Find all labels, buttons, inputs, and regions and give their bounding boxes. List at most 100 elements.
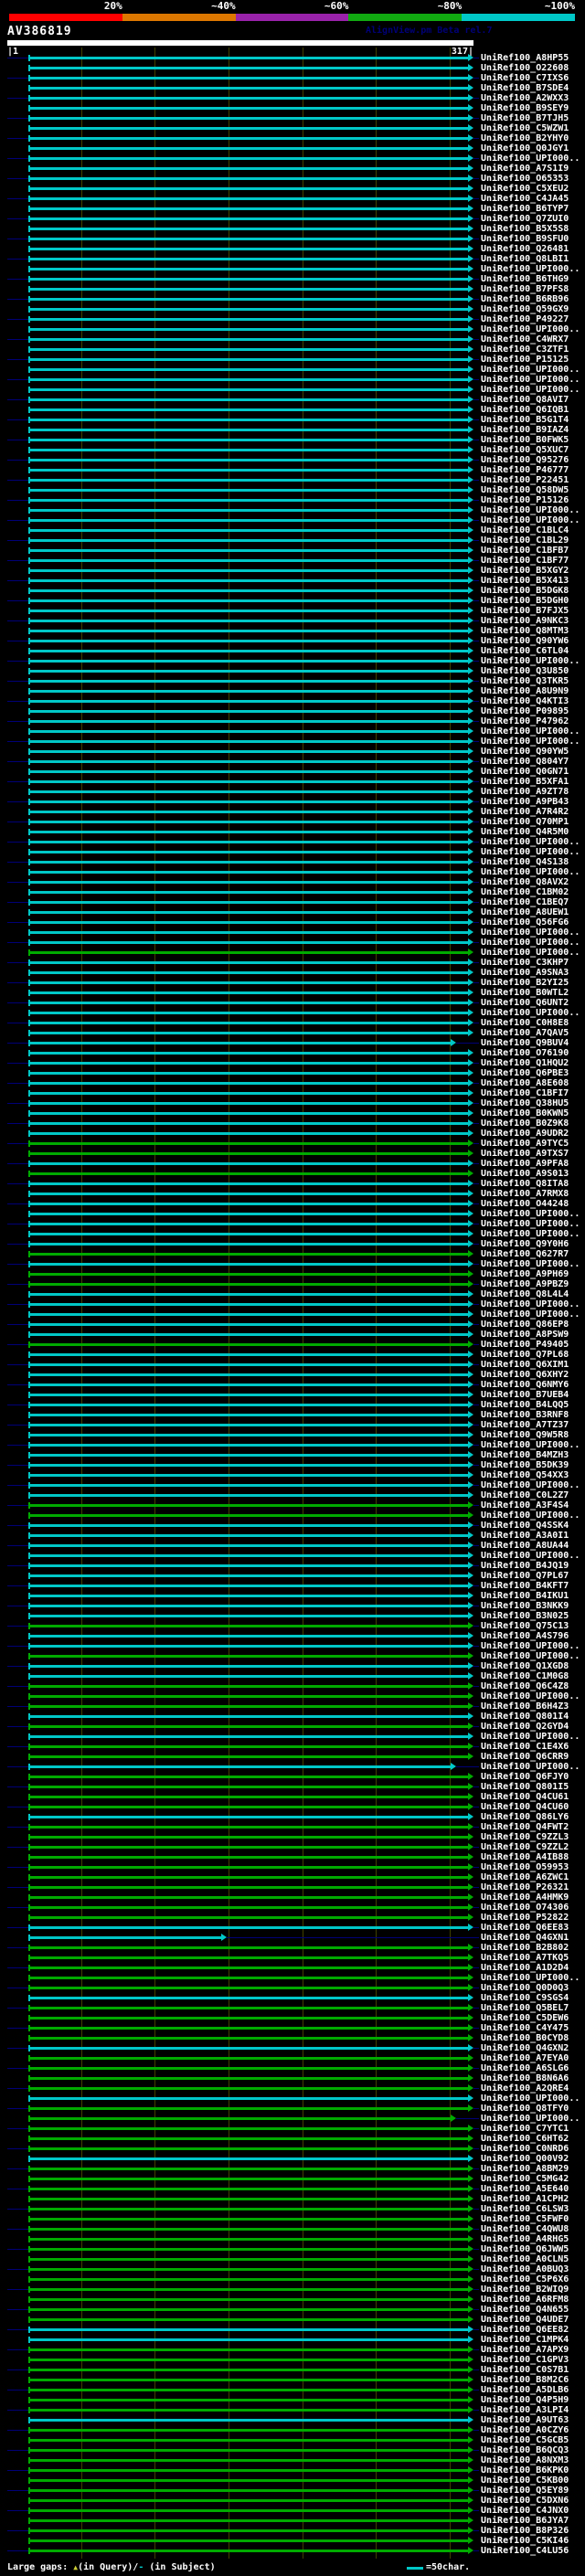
- hit-label[interactable]: UniRef100_Q56FG6: [481, 917, 569, 928]
- hit-label[interactable]: UniRef100_P47962: [481, 716, 569, 726]
- hit-bar[interactable]: [29, 338, 469, 341]
- hit-label[interactable]: UniRef100_C5GCB5: [481, 2435, 569, 2445]
- hit-bar[interactable]: [29, 1162, 469, 1165]
- hit-bar[interactable]: [29, 1745, 469, 1748]
- hit-bar[interactable]: [29, 1414, 469, 1416]
- hit-label[interactable]: UniRef100_B9IAZ4: [481, 425, 569, 435]
- hit-bar[interactable]: [29, 981, 469, 984]
- hit-label[interactable]: UniRef100_O65353: [481, 174, 569, 184]
- hit-label[interactable]: UniRef100_UPI000..: [481, 1762, 580, 1772]
- hit-bar[interactable]: [29, 1796, 469, 1798]
- hit-label[interactable]: UniRef100_B2WIQ9: [481, 2284, 569, 2295]
- hit-label[interactable]: UniRef100_UPI000..: [481, 1691, 580, 1701]
- hit-label[interactable]: UniRef100_B3RNF8: [481, 1410, 569, 1420]
- hit-label[interactable]: UniRef100_Q90YW6: [481, 636, 569, 646]
- hit-bar[interactable]: [29, 2328, 469, 2331]
- hit-bar[interactable]: [29, 157, 469, 160]
- hit-label[interactable]: UniRef100_B5X413: [481, 576, 569, 586]
- hit-label[interactable]: UniRef100_P09895: [481, 706, 569, 716]
- hit-bar[interactable]: [29, 1966, 469, 1969]
- hit-label[interactable]: UniRef100_B6RB96: [481, 294, 569, 304]
- hit-label[interactable]: UniRef100_Q86LY6: [481, 1812, 569, 1822]
- hit-label[interactable]: UniRef100_C1BF77: [481, 556, 569, 566]
- hit-label[interactable]: UniRef100_C1MPK4: [481, 2335, 569, 2345]
- hit-label[interactable]: UniRef100_Q7PL68: [481, 1350, 569, 1360]
- hit-label[interactable]: UniRef100_Q8MTM3: [481, 626, 569, 636]
- hit-bar[interactable]: [29, 790, 469, 793]
- hit-bar[interactable]: [29, 398, 469, 401]
- hit-bar[interactable]: [29, 569, 469, 572]
- hit-label[interactable]: UniRef100_A8UEW1: [481, 907, 569, 917]
- hit-label[interactable]: UniRef100_C9ZZL2: [481, 1842, 569, 1852]
- hit-bar[interactable]: [29, 871, 469, 874]
- hit-bar[interactable]: [29, 1474, 469, 1477]
- hit-label[interactable]: UniRef100_Q4FWT2: [481, 1822, 569, 1832]
- hit-label[interactable]: UniRef100_Q38HU5: [481, 1098, 569, 1108]
- hit-label[interactable]: UniRef100_UPI000..: [481, 1209, 580, 1219]
- hit-label[interactable]: UniRef100_UPI000..: [481, 1309, 580, 1320]
- hit-bar[interactable]: [29, 2389, 469, 2391]
- hit-label[interactable]: UniRef100_A9PFA8: [481, 1159, 569, 1169]
- hit-bar[interactable]: [29, 177, 469, 180]
- hit-label[interactable]: UniRef100_C4JA45: [481, 194, 569, 204]
- hit-bar[interactable]: [29, 1916, 469, 1919]
- hit-bar[interactable]: [29, 1122, 469, 1125]
- hit-bar[interactable]: [29, 117, 469, 120]
- hit-label[interactable]: UniRef100_A7R4R2: [481, 807, 569, 817]
- hit-bar[interactable]: [29, 2168, 469, 2170]
- hit-bar[interactable]: [29, 1042, 451, 1044]
- hit-label[interactable]: UniRef100_UPI000..: [481, 154, 580, 164]
- hit-bar[interactable]: [29, 1846, 469, 1849]
- hit-bar[interactable]: [29, 1554, 469, 1557]
- hit-bar[interactable]: [29, 1574, 469, 1577]
- hit-label[interactable]: UniRef100_UPI000..: [481, 726, 580, 737]
- hit-label[interactable]: UniRef100_A2QRE4: [481, 2083, 569, 2094]
- hit-label[interactable]: UniRef100_B7UEB4: [481, 1390, 569, 1400]
- hit-label[interactable]: UniRef100_C7YTC1: [481, 2124, 569, 2134]
- hit-label[interactable]: UniRef100_UPI000..: [481, 1973, 580, 1983]
- hit-label[interactable]: UniRef100_UPI000..: [481, 847, 580, 857]
- hit-label[interactable]: UniRef100_B4KFT7: [481, 1581, 569, 1591]
- hit-bar[interactable]: [29, 2097, 469, 2100]
- hit-bar[interactable]: [29, 1243, 469, 1246]
- hit-bar[interactable]: [29, 1223, 469, 1225]
- hit-bar[interactable]: [29, 1193, 469, 1195]
- hit-label[interactable]: UniRef100_P15125: [481, 355, 569, 365]
- hit-bar[interactable]: [29, 1806, 469, 1808]
- hit-bar[interactable]: [29, 97, 469, 100]
- hit-bar[interactable]: [29, 1504, 469, 1507]
- hit-label[interactable]: UniRef100_C3KHP7: [481, 958, 569, 968]
- hit-label[interactable]: UniRef100_UPI000..: [481, 948, 580, 958]
- hit-bar[interactable]: [29, 1333, 469, 1336]
- hit-bar[interactable]: [29, 690, 469, 693]
- hit-bar[interactable]: [29, 429, 469, 431]
- hit-label[interactable]: UniRef100_UPI000..: [481, 1229, 580, 1239]
- hit-bar[interactable]: [29, 2238, 469, 2241]
- hit-bar[interactable]: [29, 951, 469, 954]
- hit-label[interactable]: UniRef100_UPI000..: [481, 264, 580, 274]
- hit-bar[interactable]: [29, 1313, 469, 1316]
- hit-bar[interactable]: [29, 1444, 469, 1447]
- hit-bar[interactable]: [29, 700, 469, 703]
- hit-label[interactable]: UniRef100_A1CPH2: [481, 2194, 569, 2204]
- hit-label[interactable]: UniRef100_Q9Y0H6: [481, 1239, 569, 1249]
- hit-bar[interactable]: [29, 1816, 469, 1818]
- hit-label[interactable]: UniRef100_UPI000..: [481, 1551, 580, 1561]
- hit-bar[interactable]: [29, 2529, 469, 2532]
- hit-bar[interactable]: [29, 1625, 469, 1627]
- hit-label[interactable]: UniRef100_A8PSW9: [481, 1330, 569, 1340]
- hit-bar[interactable]: [29, 539, 469, 542]
- hit-label[interactable]: UniRef100_UPI000..: [481, 505, 580, 515]
- hit-label[interactable]: UniRef100_P15126: [481, 495, 569, 505]
- hit-label[interactable]: UniRef100_B2YI25: [481, 978, 569, 988]
- hit-label[interactable]: UniRef100_C5DEW6: [481, 2013, 569, 2023]
- hit-bar[interactable]: [29, 901, 469, 904]
- hit-bar[interactable]: [29, 87, 469, 90]
- hit-bar[interactable]: [29, 308, 469, 311]
- hit-bar[interactable]: [29, 248, 469, 250]
- hit-bar[interactable]: [29, 459, 469, 461]
- hit-label[interactable]: UniRef100_A9S013: [481, 1169, 569, 1179]
- hit-bar[interactable]: [29, 238, 469, 240]
- hit-label[interactable]: UniRef100_C4WRX7: [481, 334, 569, 345]
- hit-bar[interactable]: [29, 1072, 469, 1075]
